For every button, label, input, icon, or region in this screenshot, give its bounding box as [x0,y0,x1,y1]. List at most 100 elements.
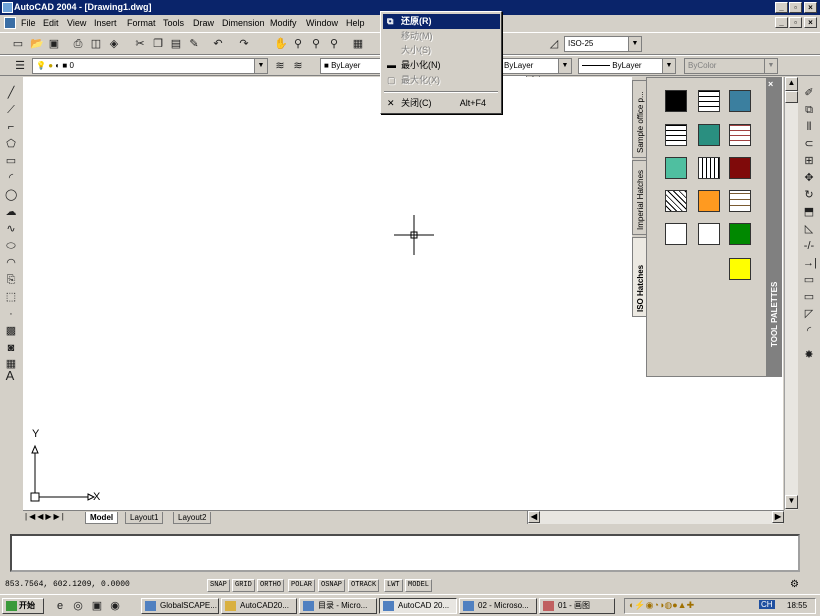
hatch-parquet-swatch[interactable] [729,190,751,212]
menu-dimension[interactable]: Dimension [222,18,265,28]
menu-item-restore[interactable]: ⧉ 还原(R) [383,14,500,29]
layer-combo[interactable]: 💡 ● ◐ ■ 0 ▼ [32,58,268,74]
ie-icon[interactable]: e [54,600,66,612]
tab-nav-arrows-icon[interactable]: |◀◀▶▶| [25,512,66,521]
menu-window[interactable]: Window [306,18,338,28]
task-globalscape[interactable]: GlobalSCAPE... [141,598,219,614]
revision-cloud-icon[interactable]: ☁ [5,206,17,218]
snap-toggle[interactable]: SNAP [207,579,230,592]
osnap-toggle[interactable]: OSNAP [318,579,346,592]
lineweight-combo[interactable]: ByLayer ▼ [578,58,676,74]
menu-format[interactable]: Format [127,18,156,28]
task-autocad-folder[interactable]: AutoCAD20... [221,598,297,614]
task-paint[interactable]: 01 - 画图 [539,598,615,614]
minimize-button[interactable]: _ [775,2,788,13]
explode-icon[interactable]: ✸ [803,349,815,361]
desktop-icon[interactable]: ▣ [91,600,103,612]
media-icon[interactable]: ◉ [109,600,121,612]
hatch-icon[interactable]: ▩ [5,325,17,337]
offset-icon[interactable]: ⊂ [803,138,815,150]
make-block-icon[interactable]: ⬚ [5,291,17,303]
hatch-solid-swatch[interactable] [665,90,687,112]
line-icon[interactable]: ╱ [5,87,17,99]
hatch-color-swatch-4[interactable] [729,157,751,179]
menu-draw[interactable]: Draw [193,18,214,28]
language-indicator[interactable]: CH [759,600,775,609]
new-icon[interactable]: ▭ [12,38,24,50]
trim-icon[interactable]: -/- [803,240,815,252]
menu-file[interactable]: File [21,18,36,28]
paste-icon[interactable]: ▤ [170,38,182,50]
hatch-earth-swatch[interactable] [698,223,720,245]
hatch-color-swatch-1[interactable] [729,90,751,112]
menu-view[interactable]: View [67,18,86,28]
scroll-up-button[interactable]: ▲ [785,77,798,91]
cut-icon[interactable]: ✂ [134,38,146,50]
array-icon[interactable]: ⊞ [803,155,815,167]
fillet-icon[interactable]: ◜ [803,325,815,337]
move-icon[interactable]: ✥ [803,172,815,184]
menu-item-maximize[interactable]: ▢ 最大化(X) [383,73,500,88]
region-icon[interactable]: ◙ [5,342,17,354]
doc-close-button[interactable]: × [804,17,817,28]
hatch-color-swatch-2[interactable] [698,124,720,146]
ellipse-icon[interactable]: ⬭ [5,240,17,252]
lwt-toggle[interactable]: LWT [384,579,403,592]
scale-icon[interactable]: ⬒ [803,206,815,218]
task-autocad-active[interactable]: AutoCAD 20... [379,598,457,614]
print-icon[interactable]: ⎙ [72,38,84,50]
tab-imperial-hatches[interactable]: Imperial Hatches [632,160,647,235]
menu-item-minimize[interactable]: ▬ 最小化(N) [383,58,500,73]
rotate-icon[interactable]: ↻ [803,189,815,201]
color-combo[interactable]: ■ ByLayer [320,58,382,74]
pan-icon[interactable]: ✋ [274,38,288,50]
dimstyle-combo[interactable]: ISO-25 ▼ [564,36,642,52]
menu-item-size[interactable]: 大小(S) [383,43,500,58]
menu-help[interactable]: Help [346,18,365,28]
menu-item-move[interactable]: 移动(M) [383,29,500,44]
circle-icon[interactable]: ◯ [5,189,17,201]
publish-icon[interactable]: ◈ [108,38,120,50]
hatch-color-swatch-6[interactable] [729,223,751,245]
vertical-scrollbar[interactable]: ▲ ▼ [784,77,798,510]
tab-layout2[interactable]: Layout2 [173,512,212,524]
rectangle-icon[interactable]: ▭ [5,155,17,167]
match-properties-icon[interactable]: ✎ [188,38,200,50]
plotstyle-combo[interactable]: ByColor ▼ [684,58,778,74]
restore-button[interactable]: ▫ [789,2,802,13]
scroll-left-button[interactable]: ◀ [528,511,540,523]
hatch-diagonal-swatch[interactable] [665,190,687,212]
ortho-toggle[interactable]: ORTHO [257,579,285,592]
open-icon[interactable]: 📂 [30,38,44,50]
tab-model[interactable]: Model [85,512,119,524]
menu-tools[interactable]: Tools [163,18,184,28]
linetype-combo[interactable]: ByLayer ▼ [500,58,572,74]
document-icon[interactable] [4,17,16,29]
task-word-02[interactable]: 02 - Microso... [459,598,537,614]
mirror-icon[interactable]: ⫴ [803,121,815,133]
print-preview-icon[interactable]: ◫ [90,38,102,50]
construction-line-icon[interactable]: ⟋ [5,104,17,116]
task-word-toc[interactable]: 目录 - Micro... [299,598,377,614]
ellipse-arc-icon[interactable]: ◠ [5,257,17,269]
close-button[interactable]: × [804,2,817,13]
layer-manager-icon[interactable]: ☰ [14,60,26,72]
scroll-thumb[interactable] [785,91,798,103]
tab-iso-hatches[interactable]: ISO Hatches [632,237,647,317]
hatch-color-swatch-3[interactable] [665,157,687,179]
polygon-icon[interactable]: ⬠ [5,138,17,150]
spline-icon[interactable]: ∿ [5,223,17,235]
stretch-icon[interactable]: ◺ [803,223,815,235]
command-line[interactable] [10,534,800,572]
menu-modify[interactable]: Modify [270,18,297,28]
scroll-down-button[interactable]: ▼ [785,495,798,509]
menu-insert[interactable]: Insert [94,18,117,28]
chamfer-icon[interactable]: ◸ [803,308,815,320]
point-icon[interactable]: · [5,308,17,320]
hatch-color-swatch-7[interactable] [729,258,751,280]
redo-icon[interactable]: ↷ [238,38,250,50]
hatch-grid-swatch[interactable] [698,157,720,179]
hatch-gravel-swatch[interactable] [665,223,687,245]
tool-palette-titlebar[interactable]: × TOOL PALETTES [766,77,781,377]
model-toggle[interactable]: MODEL [405,579,433,592]
